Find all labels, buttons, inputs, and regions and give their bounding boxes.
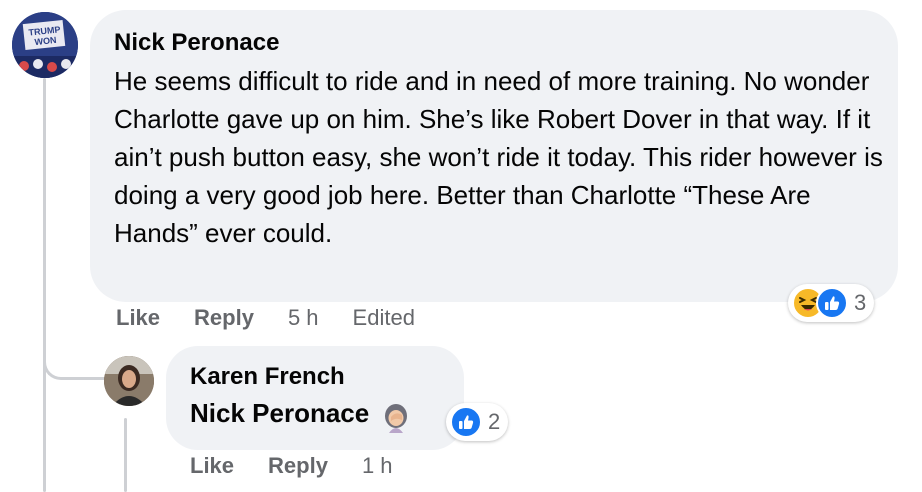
woman-facepalming-icon — [381, 403, 411, 433]
thread-line — [43, 78, 46, 492]
reply-button[interactable]: Reply — [268, 453, 328, 479]
edited-label[interactable]: Edited — [353, 305, 415, 331]
comment-author[interactable]: Nick Peronace — [114, 28, 874, 58]
reply-avatar[interactable] — [104, 356, 154, 406]
reply-thread-line — [124, 418, 127, 492]
reply-author[interactable]: Karen French — [190, 362, 440, 392]
reply-avatar-image — [104, 356, 154, 406]
comment-bubble: Nick Peronace He seems difficult to ride… — [90, 10, 898, 302]
reply-bubble: Karen French Nick Peronace — [166, 346, 464, 450]
mention-link[interactable]: Nick Peronace — [190, 396, 369, 430]
timestamp[interactable]: 1 h — [362, 453, 393, 479]
like-button[interactable]: Like — [190, 453, 234, 479]
avatar-sign-text: TRUMP WON — [28, 24, 61, 48]
comment-actions: Like Reply 5 h Edited — [116, 305, 449, 331]
reaction-count: 3 — [854, 290, 867, 315]
like-icon — [816, 287, 848, 319]
like-icon — [450, 406, 482, 438]
timestamp[interactable]: 5 h — [288, 305, 319, 331]
like-button[interactable]: Like — [116, 305, 160, 331]
reply-reactions[interactable]: 2 — [446, 403, 509, 441]
comment-reactions[interactable]: 3 — [788, 284, 875, 322]
avatar[interactable]: TRUMP WON — [12, 12, 78, 78]
reply-actions: Like Reply 1 h — [190, 453, 427, 479]
reply-button[interactable]: Reply — [194, 305, 254, 331]
reply-thread-connector — [43, 340, 105, 380]
reaction-count: 2 — [488, 409, 501, 434]
comment-text: He seems difficult to ride and in need o… — [114, 66, 883, 248]
